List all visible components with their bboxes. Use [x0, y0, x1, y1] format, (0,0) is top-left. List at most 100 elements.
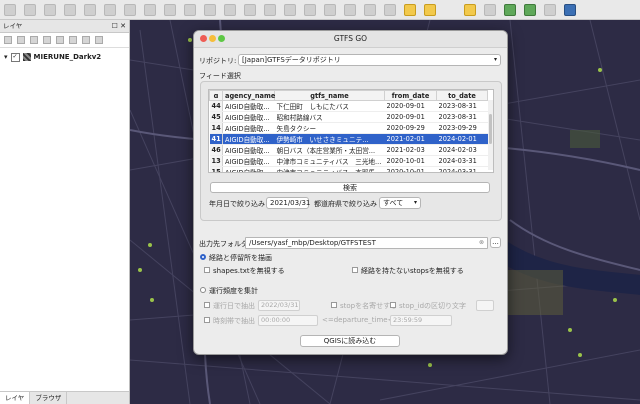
route-radio[interactable] — [200, 254, 206, 260]
stop-name-checkbox — [331, 302, 337, 308]
table-row[interactable]: 15 AIGID自動取... 中津市コミュニティバス 本耶馬... 2020-10-0… — [209, 166, 488, 172]
no-route-stops-checkbox[interactable] — [352, 267, 358, 273]
scrollbar-thumb[interactable] — [489, 114, 492, 144]
style-icon[interactable] — [4, 36, 12, 44]
layer-checkbox[interactable]: ✓ — [10, 52, 20, 62]
col-agency-name[interactable]: agency_name — [222, 90, 275, 101]
zoom-in-icon[interactable] — [24, 3, 36, 16]
layer-item[interactable]: ▾ ✓ MIERUNE_Darkv2 — [0, 51, 129, 63]
row-id: 46 — [209, 144, 223, 156]
table-row[interactable]: 46 AIGID自動取... 朝日バス（本庄営業所・太田営... 2021-02-03… — [209, 144, 488, 156]
measure-icon[interactable] — [104, 3, 116, 16]
label-icon[interactable] — [204, 3, 216, 16]
agency-cell: AIGID自動取... — [222, 111, 275, 123]
node-tool-icon[interactable] — [264, 3, 276, 16]
corner-header: ɑ — [209, 90, 223, 101]
browse-button[interactable]: ... — [490, 237, 501, 248]
time-end-input: 23:59:59 — [390, 315, 452, 326]
pan-tool-icon[interactable] — [4, 3, 16, 16]
table-row[interactable]: 14 AIGID自動取... 矢島タクシー 2020-09-29 2023-09-29 — [209, 122, 488, 134]
from-date-cell: 2020-10-01 — [384, 166, 437, 172]
add-group-icon[interactable] — [17, 36, 25, 44]
table-scrollbar[interactable] — [488, 100, 493, 170]
collapse-icon[interactable] — [82, 36, 90, 44]
tag-icon[interactable] — [424, 3, 436, 16]
gtfs-name-cell: 下仁田町 しもにたバス — [274, 100, 385, 112]
repo-select[interactable]: [Japan]GTFSデータリポジトリ ▾ — [238, 54, 501, 66]
expression-icon[interactable] — [56, 36, 64, 44]
zoom-window-icon[interactable] — [218, 35, 225, 42]
to-date-cell: 2023-08-31 — [436, 100, 488, 112]
python-icon[interactable] — [464, 3, 476, 16]
repo-select-value: [Japan]GTFSデータリポジトリ — [242, 56, 341, 64]
from-date-cell: 2020-09-29 — [384, 122, 437, 134]
close-window-icon[interactable] — [200, 35, 207, 42]
agency-cell: AIGID自動取... — [222, 122, 275, 134]
col-gtfs-name[interactable]: gtfs_name — [274, 90, 385, 101]
edit-icon[interactable] — [244, 3, 256, 16]
row-id: 41 — [209, 133, 223, 145]
chevron-down-icon[interactable]: ▾ — [4, 53, 8, 61]
table-row[interactable]: 45 AIGID自動取... 昭和村路線バス 2020-09-01 2023-08-31 — [209, 111, 488, 123]
table-row[interactable]: 41 AIGID自動取... 伊勢崎市 いせさきミュニテ... 2021-02-01 2… — [209, 133, 488, 145]
time-check-label: 時刻帯で抽出 — [213, 317, 255, 325]
clear-icon[interactable]: ⊗ — [479, 238, 484, 248]
date-checkbox — [204, 302, 210, 308]
search-button[interactable]: 検索 — [210, 182, 490, 193]
refresh-icon[interactable] — [344, 3, 356, 16]
filter-icon[interactable] — [43, 36, 51, 44]
layers-title-text: レイヤ — [3, 22, 23, 30]
remove-layer-icon[interactable] — [95, 36, 103, 44]
search-plugin-icon[interactable] — [504, 3, 516, 16]
main-toolbar — [0, 0, 640, 20]
visibility-icon[interactable] — [30, 36, 38, 44]
panel-tabs: レイヤ ブラウザ — [0, 391, 129, 404]
layer-style-icon[interactable] — [284, 3, 296, 16]
date-input: 2022/03/31 — [258, 300, 300, 311]
quickmap-icon[interactable] — [524, 3, 536, 16]
zoom-full-icon[interactable] — [324, 3, 336, 16]
load-to-qgis-button[interactable]: QGISに読み込む — [300, 335, 400, 347]
chart-icon[interactable] — [544, 3, 556, 16]
identify-icon[interactable] — [64, 3, 76, 16]
ignore-shapes-checkbox[interactable] — [204, 267, 210, 273]
chevron-down-icon: ▾ — [413, 199, 417, 206]
annotation-icon[interactable] — [184, 3, 196, 16]
output-path-value: /Users/yasf_mbp/Desktop/GTFSTEST — [249, 239, 376, 247]
statistics-icon[interactable] — [164, 3, 176, 16]
tab-layers[interactable]: レイヤ — [0, 392, 31, 404]
attribute-table-icon[interactable] — [124, 3, 136, 16]
table-row[interactable]: 13 AIGID自動取... 中津市コミュニティバス 三光地... 2020-10-0… — [209, 155, 488, 167]
feed-table-container: ɑ agency_name gtfs_name from_date to_dat… — [208, 89, 494, 173]
gtfs-go-icon[interactable] — [564, 3, 576, 16]
folder-icon[interactable] — [364, 3, 376, 16]
new-layer-icon[interactable] — [404, 3, 416, 16]
tab-browser[interactable]: ブラウザ — [30, 392, 68, 404]
print-layout-icon[interactable] — [304, 3, 316, 16]
output-path-input[interactable]: /Users/yasf_mbp/Desktop/GTFSTEST ⊗ — [245, 237, 488, 249]
dialog-titlebar: GTFS GO — [194, 31, 507, 48]
col-from-date[interactable]: from_date — [384, 90, 437, 101]
field-calculator-icon[interactable] — [144, 3, 156, 16]
layers-toolbar — [0, 33, 129, 48]
output-label: 出力先フォルダ — [199, 240, 248, 248]
ignore-shapes-label: shapes.txtを無視する — [213, 267, 285, 275]
digitize-icon[interactable] — [224, 3, 236, 16]
close-icon[interactable]: ☐ ✕ — [112, 20, 126, 32]
pref-filter-select[interactable]: すべて ▾ — [379, 197, 421, 209]
select-icon[interactable] — [84, 3, 96, 16]
pref-filter-label: 都道府県で絞り込み — [314, 200, 377, 208]
minimize-window-icon[interactable] — [209, 35, 216, 42]
year-filter-input[interactable]: 2021/03/31 — [266, 197, 310, 209]
freq-radio[interactable] — [200, 287, 206, 293]
table-row[interactable]: 44 AIGID自動取... 下仁田町 しもにたバス 2020-09-01 2023-0… — [209, 100, 488, 112]
dialog-title: GTFS GO — [333, 34, 368, 43]
bookmark-icon[interactable] — [384, 3, 396, 16]
zoom-out-icon[interactable] — [44, 3, 56, 16]
to-date-cell: 2024-03-31 — [436, 155, 488, 167]
graph-icon[interactable] — [484, 3, 496, 16]
to-date-cell: 2023-08-31 — [436, 111, 488, 123]
agency-cell: AIGID自動取... — [222, 144, 275, 156]
col-to-date[interactable]: to_date — [436, 90, 488, 101]
expand-icon[interactable] — [69, 36, 77, 44]
